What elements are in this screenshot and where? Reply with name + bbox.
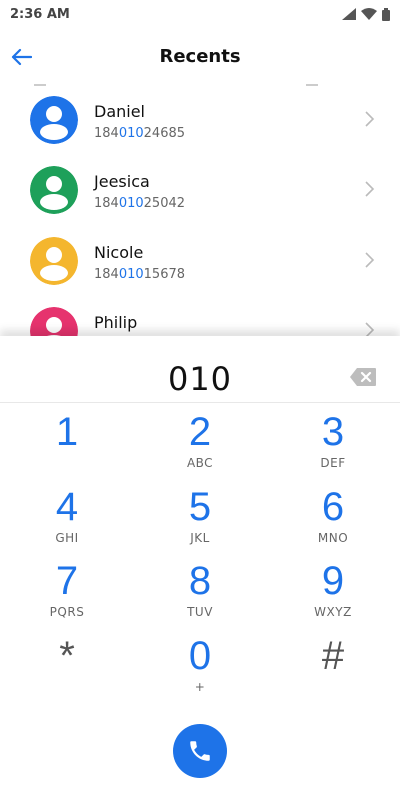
key-digit: 5: [188, 485, 212, 529]
backspace-icon[interactable]: [349, 367, 377, 387]
dial-key-6[interactable]: 6 MNO: [273, 484, 393, 554]
dial-display: 010: [0, 336, 400, 403]
dial-key-1[interactable]: 1: [7, 409, 127, 479]
recents-list[interactable]: Daniel 18401024685 Jeesica 18401025042 N…: [0, 84, 400, 336]
key-letters: WXYZ: [314, 605, 352, 619]
key-letters: GHI: [55, 531, 79, 545]
dialed-number: 010: [167, 360, 233, 398]
chevron-right-icon: [365, 322, 375, 336]
key-digit: #: [321, 634, 345, 678]
dial-key-0[interactable]: 0 +: [140, 633, 260, 703]
chevron-right-icon: [365, 181, 375, 197]
list-item[interactable]: Philip: [0, 295, 400, 336]
contact-name: Jeesica: [94, 172, 150, 191]
status-icons: [342, 7, 390, 21]
key-digit: 7: [55, 559, 79, 603]
dial-key-7[interactable]: 7 PQRS: [7, 558, 127, 628]
dial-key-hash[interactable]: #: [273, 633, 393, 703]
key-digit: 9: [321, 559, 345, 603]
contact-number: 18401024685: [94, 126, 186, 141]
key-digit: *: [59, 634, 75, 678]
call-button[interactable]: [173, 724, 227, 778]
key-digit: 1: [55, 410, 79, 454]
dial-key-3[interactable]: 3 DEF: [273, 409, 393, 479]
chevron-right-icon: [365, 252, 375, 268]
key-digit: 0: [188, 634, 212, 678]
list-item[interactable]: Nicole 18401015678: [0, 225, 400, 295]
contact-name: Daniel: [94, 102, 145, 121]
dial-key-8[interactable]: 8 TUV: [140, 558, 260, 628]
contact-name: Nicole: [94, 243, 144, 262]
dial-key-5[interactable]: 5 JKL: [140, 484, 260, 554]
key-letters: MNO: [317, 531, 349, 545]
key-letters: JKL: [190, 531, 210, 545]
dial-key-4[interactable]: 4 GHI: [7, 484, 127, 554]
contact-number: 18401015678: [94, 267, 186, 282]
page-title: Recents: [159, 46, 241, 67]
key-letters: ABC: [186, 456, 214, 470]
chevron-right-icon: [365, 111, 375, 127]
dial-key-2[interactable]: 2 ABC: [140, 409, 260, 479]
wifi-icon: [361, 8, 377, 20]
app-bar: Recents: [0, 28, 400, 88]
avatar: [30, 96, 78, 144]
key-digit: 3: [321, 410, 345, 454]
list-item[interactable]: Daniel 18401024685: [0, 84, 400, 154]
avatar: [30, 307, 78, 336]
status-bar: 2:36 AM: [0, 0, 400, 28]
key-letters: +: [194, 680, 206, 694]
dial-key-9[interactable]: 9 WXYZ: [273, 558, 393, 628]
dial-key-star[interactable]: *: [7, 633, 127, 703]
key-letters: DEF: [320, 456, 346, 470]
key-digit: 8: [188, 559, 212, 603]
key-letters: PQRS: [49, 605, 85, 619]
battery-icon: [382, 7, 390, 21]
key-letters: TUV: [187, 605, 213, 619]
status-time: 2:36 AM: [10, 6, 70, 22]
avatar: [30, 166, 78, 214]
key-digit: 6: [321, 485, 345, 529]
contact-number: 18401025042: [94, 196, 186, 211]
key-digit: 4: [55, 485, 79, 529]
contact-name: Philip: [94, 313, 138, 332]
list-item[interactable]: Jeesica 18401025042: [0, 154, 400, 224]
avatar: [30, 237, 78, 285]
signal-icon: [342, 8, 356, 20]
key-digit: 2: [188, 410, 212, 454]
phone-icon: [190, 741, 210, 761]
